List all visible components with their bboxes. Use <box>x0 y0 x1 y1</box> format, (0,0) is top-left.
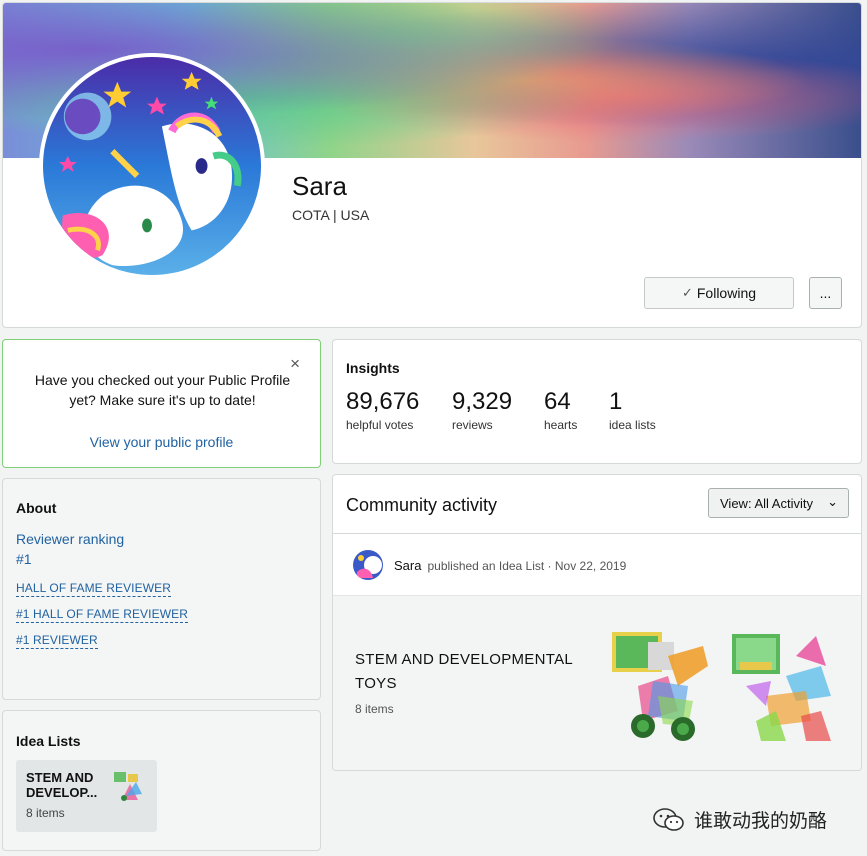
activity-list-title[interactable]: STEM AND DEVELOPMENTAL TOYS <box>355 648 585 696</box>
following-button[interactable]: ✓ Following <box>644 277 794 309</box>
stat-idea-lists: 1 idea lists <box>609 388 656 432</box>
idea-lists-title: Idea Lists <box>16 733 81 749</box>
reviewer-ranking-value: #1 <box>16 551 32 567</box>
activity-entry: Sara published an Idea List · Nov 22, 201… <box>333 534 861 594</box>
stat-value: 89,676 <box>346 388 420 415</box>
idea-list-thumbnail <box>114 772 142 801</box>
product-image-magnetic-tiles-unicorn[interactable] <box>726 626 838 746</box>
check-icon: ✓ <box>681 285 693 300</box>
profile-name: Sara <box>292 171 347 201</box>
stat-label: helpful votes <box>346 418 414 432</box>
idea-list-name: STEM AND DEVELOP... <box>26 770 98 800</box>
activity-action: published an Idea List · Nov 22, 2019 <box>427 559 627 573</box>
watermark-text: 谁敢动我的奶酪 <box>694 811 828 832</box>
activity-view-label: View: All Activity <box>720 495 813 511</box>
idea-list-item[interactable]: STEM AND DEVELOP... 8 items <box>16 760 157 832</box>
avatar[interactable] <box>353 550 383 580</box>
watermark: 谁敢动我的奶酪 <box>652 806 827 833</box>
idea-lists-card: Idea Lists STEM AND DEVELOP... 8 items <box>2 710 321 851</box>
stat-value: 64 <box>544 388 571 415</box>
following-label: Following <box>696 285 757 301</box>
stat-label: hearts <box>544 418 578 432</box>
activity-text: Sara published an Idea List · Nov 22, 201… <box>394 558 626 573</box>
notice-message: Have you checked out your Public Profile… <box>34 372 291 408</box>
community-activity-title: Community activity <box>346 495 498 515</box>
stat-reviews: 9,329 reviews <box>452 388 512 432</box>
more-options-button[interactable]: ... <box>809 277 842 309</box>
badge-1-reviewer[interactable]: #1 REVIEWER <box>16 633 98 649</box>
profile-subtitle: COTA | USA <box>292 207 370 223</box>
about-card: About Reviewer ranking #1 HALL OF FAME R… <box>2 478 321 700</box>
activity-list-count: 8 items <box>355 702 394 716</box>
chevron-down-icon: ⌄ <box>827 494 838 509</box>
public-profile-notice: × Have you checked out your Public Profi… <box>2 339 321 468</box>
idea-list-count: 8 items <box>26 806 65 820</box>
profile-header: Sara COTA | USA ✓ Following ... <box>2 2 862 328</box>
activity-view-select[interactable]: View: All Activity ⌄ <box>708 488 849 518</box>
wechat-icon <box>653 807 684 831</box>
stat-hearts: 64 hearts <box>544 388 577 432</box>
stat-value: 1 <box>609 388 623 415</box>
insights-card: Insights 89,676 helpful votes 9,329 revi… <box>332 339 862 464</box>
view-public-profile-link[interactable]: View your public profile <box>3 434 320 450</box>
activity-user-link[interactable]: Sara <box>394 558 421 573</box>
badge-1-hall-of-fame[interactable]: #1 HALL OF FAME REVIEWER <box>16 607 188 623</box>
avatar-image <box>43 57 261 275</box>
product-image-magnetic-tiles-truck[interactable] <box>608 626 718 746</box>
community-activity-card: Community activity View: All Activity ⌄ … <box>332 474 862 771</box>
activity-idea-list-preview[interactable]: STEM AND DEVELOPMENTAL TOYS 8 items <box>333 595 861 770</box>
insights-title: Insights <box>346 360 400 376</box>
stat-value: 9,329 <box>452 388 513 415</box>
avatar <box>39 53 265 279</box>
badge-hall-of-fame[interactable]: HALL OF FAME REVIEWER <box>16 581 172 597</box>
reviewer-ranking-link[interactable]: Reviewer ranking <box>16 531 124 547</box>
about-title: About <box>16 500 57 516</box>
stat-helpful-votes: 89,676 helpful votes <box>346 388 419 432</box>
stat-label: idea lists <box>609 418 656 432</box>
stat-label: reviews <box>452 418 493 432</box>
